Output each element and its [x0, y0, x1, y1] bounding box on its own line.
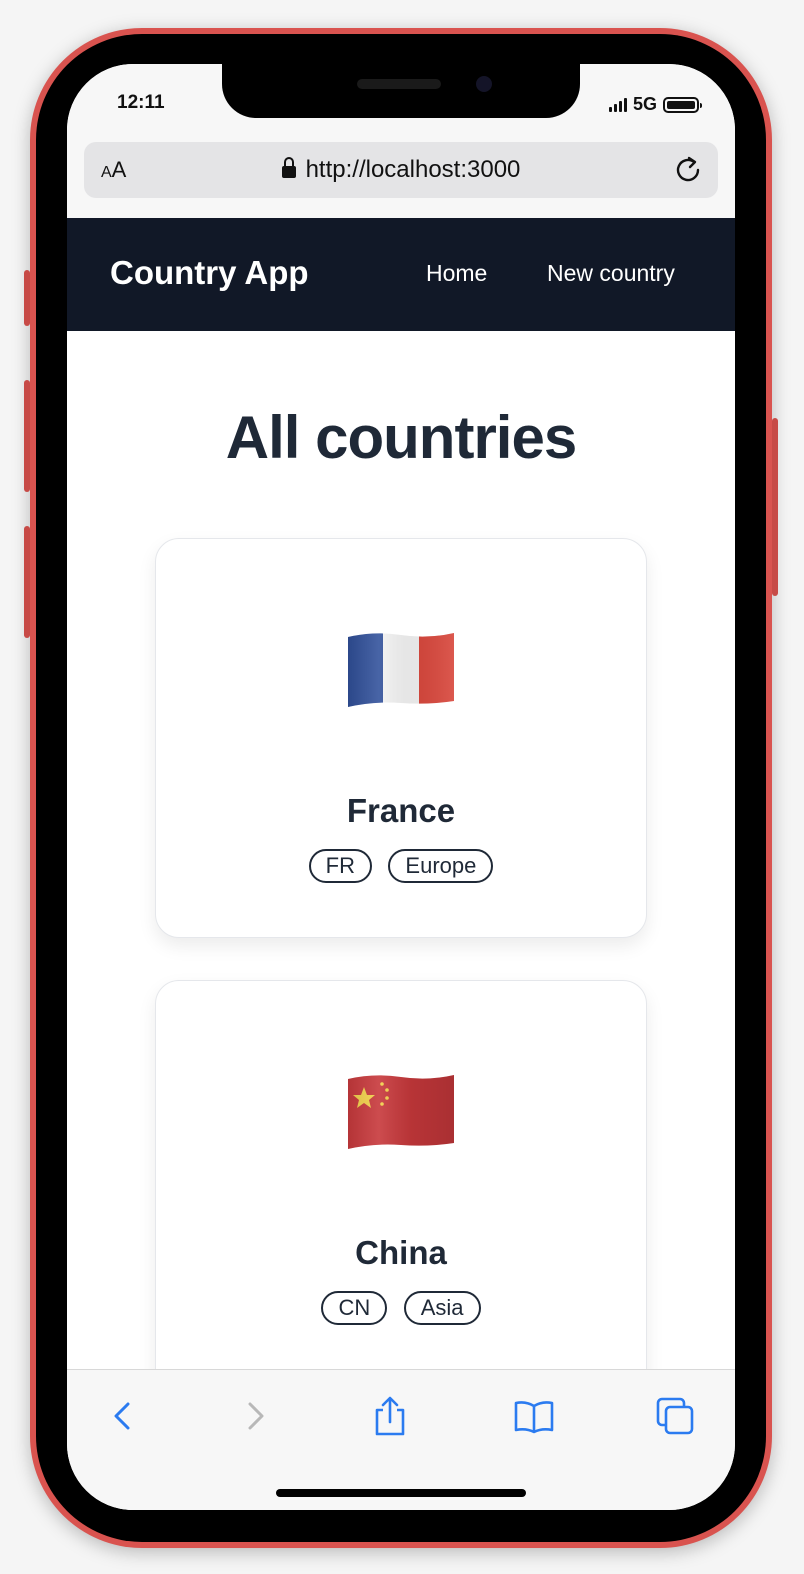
page-title: All countries [225, 404, 577, 471]
country-card[interactable]: France FR Europe [155, 538, 647, 938]
country-name: China [355, 1234, 447, 1271]
status-indicators: 5G [608, 94, 702, 115]
signal-icon [608, 97, 627, 112]
power-button [772, 418, 778, 596]
lock-icon [281, 157, 296, 178]
china-flag-icon [348, 1075, 454, 1149]
browser-address-bar: AA http://localhost:3000 [67, 134, 735, 219]
tabs-icon[interactable] [653, 1394, 697, 1438]
bookmarks-icon[interactable] [512, 1394, 556, 1438]
back-icon[interactable] [102, 1394, 146, 1438]
url-text: http://localhost:3000 [305, 156, 521, 183]
france-flag-icon [348, 633, 454, 707]
region-badge: Asia [403, 1291, 481, 1325]
country-tags: FR Europe [156, 849, 646, 883]
url-field[interactable]: AA http://localhost:3000 [84, 142, 718, 198]
brand-logo[interactable]: Country App [110, 254, 309, 292]
main-content: All countries France FR Europe China CN … [67, 331, 735, 1402]
home-indicator [276, 1489, 526, 1497]
forward-icon [248, 1402, 264, 1430]
country-code-badge: FR [308, 849, 372, 883]
country-card[interactable]: China CN Asia [155, 980, 647, 1402]
network-label: 5G [632, 94, 657, 114]
browser-toolbar [67, 1369, 735, 1510]
phone-screen: 12:11 5G AA http://localhost:3000 Countr… [67, 64, 735, 1510]
url-display[interactable]: http://localhost:3000 [84, 156, 718, 184]
app-navbar: Country App Home New country [67, 218, 735, 331]
nav-link-home[interactable]: Home [426, 260, 487, 287]
status-time: 12:11 [117, 92, 165, 113]
notch [222, 64, 580, 118]
country-name: France [346, 792, 456, 829]
speaker-grille [357, 79, 441, 89]
volume-up-button [24, 380, 30, 492]
share-icon[interactable] [368, 1394, 412, 1438]
country-tags: CN Asia [156, 1291, 646, 1325]
region-badge: Europe [388, 849, 494, 883]
nav-link-new-country[interactable]: New country [547, 260, 675, 287]
volume-down-button [24, 526, 30, 638]
silent-switch [24, 270, 30, 326]
battery-icon [663, 96, 702, 113]
reload-icon[interactable] [672, 154, 704, 186]
front-camera [476, 76, 492, 92]
country-code-badge: CN [321, 1291, 388, 1325]
